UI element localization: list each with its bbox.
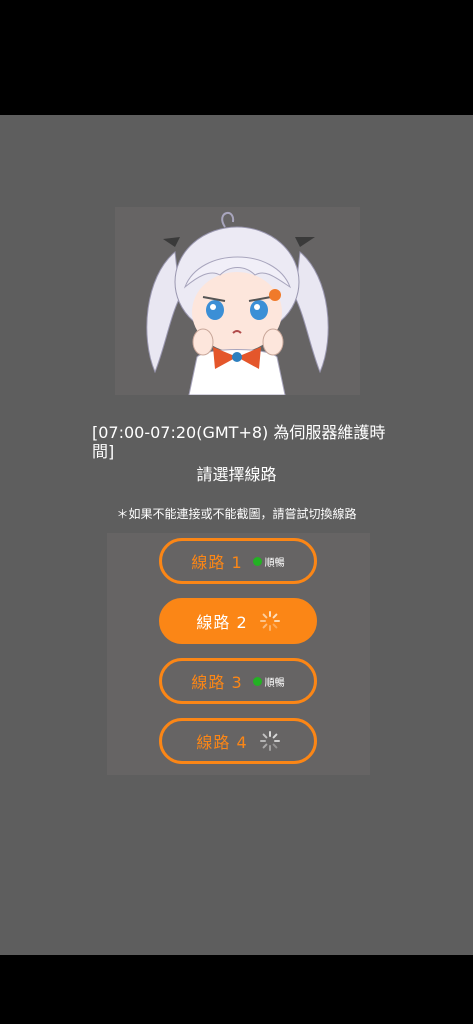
route-status: 順暢 [252,674,285,689]
status-ok-icon [252,676,262,686]
select-route-title: 請選擇線路 [196,465,277,484]
anime-girl-illustration [146,212,329,395]
top-black-bar [0,0,473,115]
route-status-text: 順暢 [264,557,285,569]
route-list: 線路 1 順暢 線路 2 線路 3 順暢 線路 4 [107,533,370,775]
route-3-button[interactable]: 線路 3 順暢 [159,658,317,704]
route-1-button[interactable]: 線路 1 順暢 [159,538,317,584]
loading-spinner-icon [259,611,280,631]
route-status-text: 順暢 [264,677,285,689]
route-status: 順暢 [252,554,285,569]
bottom-black-bar [0,955,473,1024]
route-2-button[interactable]: 線路 2 [159,598,317,644]
mascot-image [115,207,360,395]
route-label: 線路 3 [191,673,243,692]
route-label: 線路 1 [191,553,243,572]
route-label: 線路 4 [196,733,248,752]
route-label: 線路 2 [196,613,248,632]
route-4-button[interactable]: 線路 4 [159,718,317,764]
status-ok-icon [252,556,262,566]
route-selection-screen: [07:00-07:20(GMT+8) 為伺服器維護時間] 請選擇線路 ＊如果不… [0,115,473,955]
switch-route-hint: ＊如果不能連接或不能截圖，請嘗試切換線路 [116,507,357,521]
maintenance-notice: [07:00-07:20(GMT+8) 為伺服器維護時間] [92,423,386,461]
loading-spinner-icon [259,731,280,751]
